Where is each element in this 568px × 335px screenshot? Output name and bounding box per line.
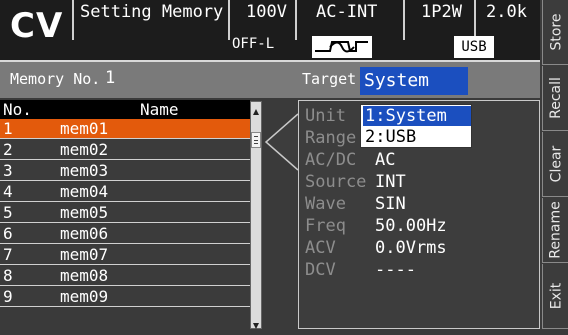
target-value: System — [364, 70, 430, 91]
clear-label: Clear — [548, 145, 564, 183]
row-no: 9 — [3, 287, 13, 306]
freq-value: 50.00Hz — [375, 216, 447, 236]
scroll-thumb[interactable] — [251, 132, 261, 148]
row-name: mem07 — [60, 245, 109, 264]
list-item[interactable]: 8 mem08 — [0, 266, 250, 286]
row-no: 5 — [3, 203, 13, 222]
divider — [295, 0, 297, 40]
list-item[interactable]: 1 mem01 — [0, 119, 250, 139]
row-name: mem04 — [60, 182, 109, 201]
list-scrollbar[interactable] — [250, 101, 262, 329]
list-item[interactable]: 9 mem09 — [0, 287, 250, 307]
row-no: 7 — [3, 245, 13, 264]
list-item[interactable]: 5 mem05 — [0, 203, 250, 223]
acdc-value: AC — [375, 150, 396, 170]
list-item[interactable]: 6 mem06 — [0, 224, 250, 244]
source-value: INT — [375, 172, 406, 192]
preview-pointer-icon — [262, 112, 299, 172]
input-source: AC-INT — [316, 2, 378, 22]
dropdown-option-usb[interactable]: 2:USB — [363, 127, 471, 147]
rename-button[interactable]: Rename — [542, 198, 568, 263]
voltage-range: 100V — [246, 2, 287, 22]
divider — [228, 0, 230, 40]
store-button[interactable]: Store — [542, 0, 568, 65]
wave-label: Wave — [305, 194, 346, 214]
acv-label: ACV — [305, 238, 336, 258]
row-name: mem02 — [60, 140, 109, 159]
recall-button[interactable]: Recall — [542, 66, 568, 131]
store-label: Store — [548, 13, 565, 51]
dcv-value: ---- — [375, 260, 416, 280]
acdc-label: AC/DC — [305, 150, 357, 170]
frequency-range: 2.0k — [486, 2, 527, 22]
scroll-up-icon[interactable] — [252, 102, 260, 115]
wiring: 1P2W — [421, 2, 462, 22]
source-label: Source — [305, 172, 367, 192]
recall-label: Recall — [548, 77, 564, 119]
row-no: 1 — [3, 119, 13, 138]
row-name: mem03 — [60, 161, 109, 180]
row-name: mem08 — [60, 266, 109, 285]
row-no: 8 — [3, 266, 13, 285]
unit-label: Unit — [305, 106, 346, 126]
output-status: OFF-L — [232, 36, 275, 52]
column-name: Name — [140, 100, 179, 119]
acv-value: 0.0Vrms — [375, 238, 447, 258]
target-select[interactable]: System — [360, 67, 468, 95]
wave-value: SIN — [375, 194, 406, 214]
row-name: mem01 — [60, 119, 109, 138]
list-item[interactable]: 7 mem07 — [0, 245, 250, 265]
softkey-bar: Store Recall Clear Rename Exit — [540, 0, 568, 329]
exit-label: Exit — [548, 282, 565, 310]
row-no: 6 — [3, 224, 13, 243]
screen-title: Setting Memory — [80, 2, 224, 22]
target-dropdown[interactable]: 1:System 2:USB — [360, 104, 472, 148]
row-name: mem05 — [60, 203, 109, 222]
divider — [403, 0, 405, 40]
dropdown-option-system[interactable]: 1:System — [363, 106, 471, 126]
dcv-label: DCV — [305, 260, 336, 280]
row-name: mem09 — [60, 287, 109, 306]
list-item[interactable]: 4 mem04 — [0, 182, 250, 202]
row-no: 4 — [3, 182, 13, 201]
column-no: No. — [3, 100, 32, 119]
list-header: No. Name — [0, 100, 250, 119]
list-item[interactable]: 2 mem02 — [0, 140, 250, 160]
mode-indicator: CV — [10, 6, 64, 46]
row-no: 2 — [3, 140, 13, 159]
memory-no-value[interactable]: 1 — [105, 68, 115, 88]
clear-button[interactable]: Clear — [542, 132, 568, 197]
usb-indicator: USB — [454, 36, 494, 58]
exit-button[interactable]: Exit — [542, 264, 568, 329]
freq-label: Freq — [305, 216, 346, 236]
row-no: 3 — [3, 161, 13, 180]
divider — [474, 0, 476, 40]
scroll-down-icon[interactable] — [252, 316, 260, 329]
row-name: mem06 — [60, 224, 109, 243]
target-label: Target — [302, 70, 357, 88]
divider — [72, 0, 74, 40]
list-item[interactable]: 3 mem03 — [0, 161, 250, 181]
sine-wave-icon — [312, 36, 372, 58]
rename-label: Rename — [548, 201, 565, 259]
range-label: Range — [305, 128, 357, 148]
memory-no-label: Memory No. — [10, 70, 101, 88]
